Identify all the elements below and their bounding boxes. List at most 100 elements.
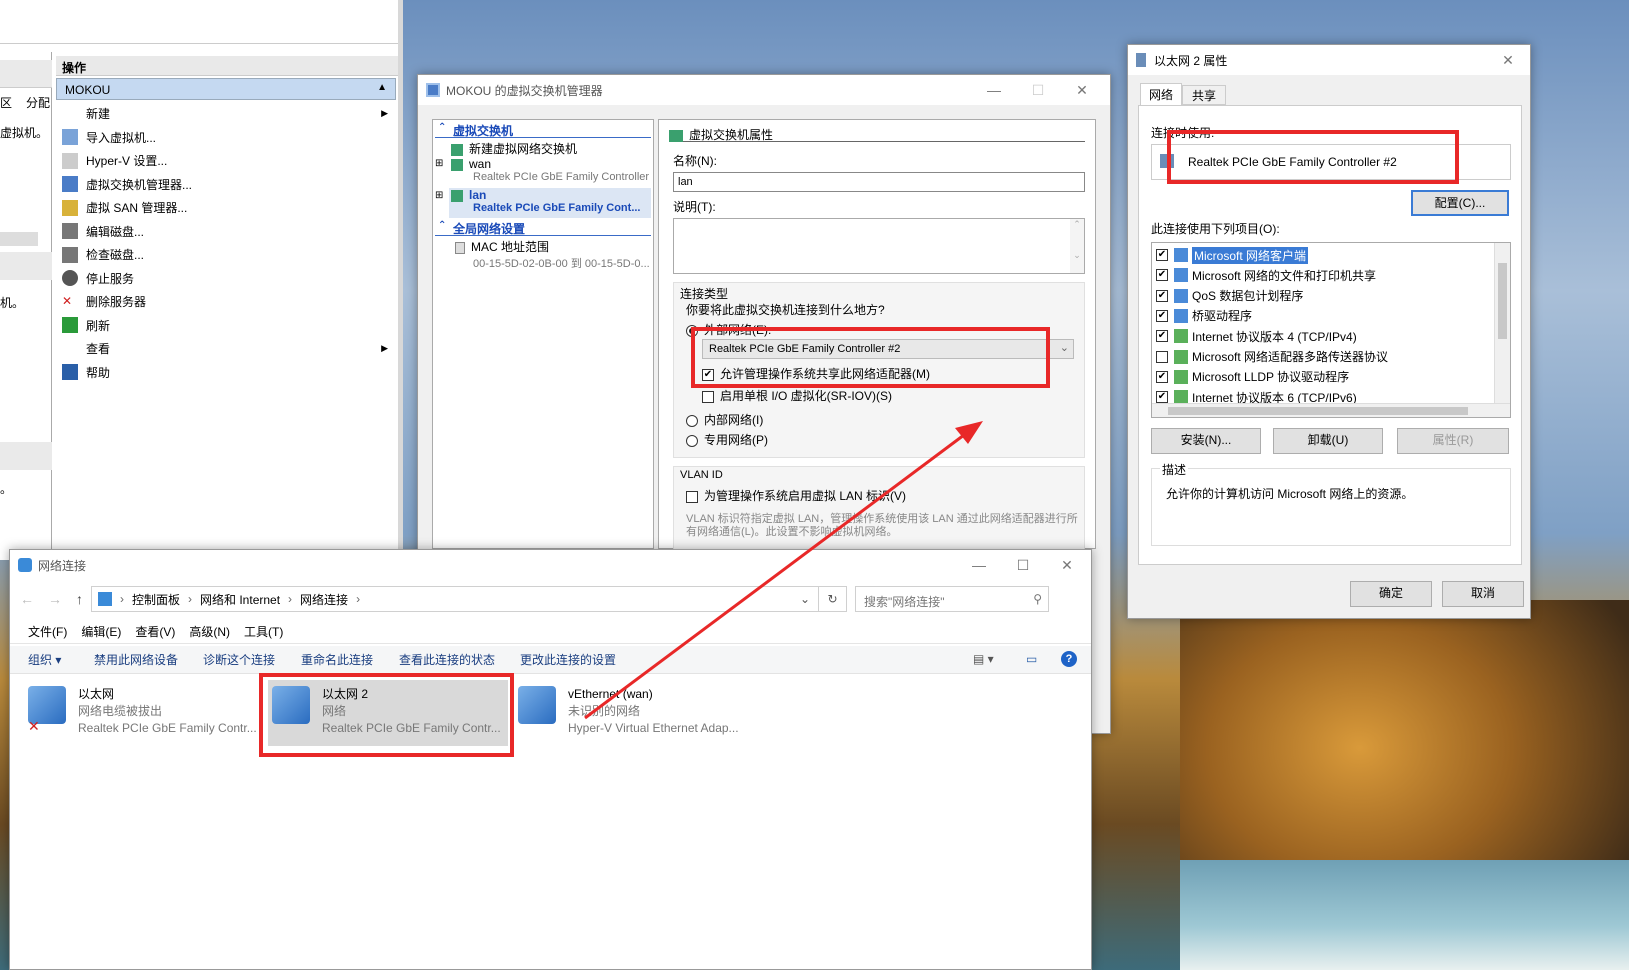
internal-radio[interactable]: 内部网络(I) [686, 411, 763, 428]
back-arrow-icon[interactable]: ← [20, 591, 34, 607]
component-checkbox-icon[interactable]: ✔ [1156, 330, 1168, 343]
chevron-up-icon[interactable]: ⌃ [438, 220, 446, 231]
chevron-up-icon[interactable]: ⌃ [438, 122, 446, 133]
up-arrow-icon[interactable]: ↑ [76, 591, 83, 607]
tree-section-global[interactable]: ⌃ 全局网络设置 [435, 220, 651, 236]
command-button[interactable]: 诊断这个连接 [203, 646, 275, 674]
component-checkbox-icon[interactable]: ✔ [1156, 370, 1168, 383]
radio-external-icon[interactable] [686, 324, 698, 337]
collapse-icon[interactable]: ▲ [377, 82, 387, 93]
configure-button[interactable]: 配置(C)... [1411, 190, 1509, 216]
component-item[interactable]: ✔ 桥驱动程序 [1156, 306, 1252, 326]
view-options-icon[interactable]: ▤ ▾ [973, 652, 994, 666]
address-bar[interactable]: › 控制面板 › 网络和 Internet › 网络连接 › ⌄ [91, 586, 819, 612]
chevron-down-icon[interactable]: ⌄ [1060, 341, 1069, 354]
install-button[interactable]: 安装(N)... [1151, 428, 1261, 454]
action-item[interactable]: 停止服务 [56, 267, 396, 290]
component-item[interactable]: ✔ Microsoft 网络客户端 [1156, 245, 1309, 265]
menu-item[interactable]: 编辑(E) [81, 623, 121, 640]
search-input[interactable]: 搜索"网络连接" ⚲ [855, 586, 1049, 612]
properties-button[interactable]: 属性(R) [1397, 428, 1509, 454]
component-item[interactable]: ✔ Internet 协议版本 4 (TCP/IPv4) [1156, 326, 1357, 346]
component-item[interactable]: ✔ QoS 数据包计划程序 [1156, 286, 1303, 306]
help-icon[interactable]: ? [1061, 651, 1077, 667]
horizontal-scrollbar[interactable] [1152, 403, 1510, 417]
description-textarea[interactable]: ⌃ ⌄ [673, 218, 1085, 274]
tree-section-switches[interactable]: ⌃ 虚拟交换机 [435, 122, 651, 138]
vlan-enable-checkbox[interactable]: 为管理操作系统启用虚拟 LAN 标识(V) [686, 487, 906, 504]
adapter-item[interactable]: 以太网 2 网络 Realtek PCIe GbE Family Contr... [268, 680, 508, 746]
refresh-icon[interactable]: ↻ [819, 586, 847, 612]
menu-item[interactable]: 工具(T) [244, 623, 283, 640]
uninstall-button[interactable]: 卸载(U) [1273, 428, 1383, 454]
description-scrollbar[interactable]: ⌃ ⌄ [1070, 219, 1084, 273]
checkbox-checked-icon[interactable]: ✔ [702, 368, 714, 381]
private-radio[interactable]: 专用网络(P) [686, 431, 768, 448]
name-input[interactable] [673, 172, 1085, 192]
component-item[interactable]: Microsoft 网络适配器多路传送器协议 [1156, 347, 1388, 367]
sriov-checkbox[interactable]: 启用单根 I/O 虚拟化(SR-IOV)(S) [702, 387, 892, 404]
command-button[interactable]: 重命名此连接 [301, 646, 373, 674]
server-header[interactable]: MOKOU ▲ [56, 78, 396, 100]
adapter-select[interactable]: Realtek PCIe GbE Family Controller #2 ⌄ [702, 339, 1074, 359]
tree-mac-range[interactable]: MAC 地址范围 00-15-5D-02-0B-00 到 00-15-5D-0.… [455, 238, 650, 271]
command-button[interactable]: 更改此连接的设置 [520, 646, 616, 674]
maximize-button[interactable]: ☐ [1001, 550, 1045, 580]
action-item[interactable]: 编辑磁盘... [56, 220, 396, 243]
tab-network[interactable]: 网络 [1140, 83, 1182, 105]
breadcrumb-network-connections[interactable]: 网络连接 [300, 591, 348, 608]
tree-new-switch[interactable]: 新建虚拟网络交换机 [451, 140, 577, 157]
command-button[interactable]: 禁用此网络设备 [94, 646, 178, 674]
cancel-button[interactable]: 取消 [1442, 581, 1524, 607]
tree-lan-selected[interactable]: lan Realtek PCIe GbE Family Cont... [449, 188, 651, 218]
tab-sharing[interactable]: 共享 [1182, 85, 1226, 105]
menu-item[interactable]: 高级(N) [189, 623, 230, 640]
close-button[interactable]: ✕ [1060, 75, 1104, 105]
menu-item[interactable]: 查看(V) [135, 623, 175, 640]
checkbox-empty-icon[interactable] [702, 390, 714, 403]
minimize-button[interactable]: — [972, 75, 1016, 105]
scrollbar-thumb[interactable] [1498, 263, 1507, 339]
external-radio[interactable]: 外部网络(E): [686, 321, 771, 338]
left-scrollbar[interactable] [0, 232, 38, 246]
chevron-down-icon[interactable]: ⌄ [800, 592, 810, 606]
action-item[interactable]: 检查磁盘... [56, 243, 396, 266]
adapter-item[interactable]: vEthernet (wan) 未识别的网络 Hyper-V Virtual Eth… [514, 680, 754, 746]
radio-private-icon[interactable] [686, 434, 698, 447]
breadcrumb-network-internet[interactable]: 网络和 Internet [200, 591, 280, 608]
action-item[interactable]: 新建 ▶ [56, 102, 396, 125]
action-item[interactable]: 虚拟交换机管理器... [56, 173, 396, 196]
expand-wan-icon[interactable]: ⊞ [435, 158, 443, 169]
action-item[interactable]: 虚拟 SAN 管理器... [56, 196, 396, 219]
action-item[interactable]: ✕ 删除服务器 [56, 290, 396, 313]
component-item[interactable]: ✔ Microsoft LLDP 协议驱动程序 [1156, 367, 1349, 387]
forward-arrow-icon[interactable]: → [48, 591, 62, 607]
command-button[interactable]: 组织 ▾ [28, 646, 61, 674]
expand-lan-icon[interactable]: ⊞ [435, 190, 443, 201]
minimize-button[interactable]: — [957, 550, 1001, 580]
component-checkbox-icon[interactable]: ✔ [1156, 269, 1168, 282]
action-item[interactable]: 刷新 [56, 314, 396, 337]
action-item[interactable]: 导入虚拟机... [56, 126, 396, 149]
breadcrumb-control-panel[interactable]: 控制面板 [132, 591, 180, 608]
maximize-button[interactable]: ☐ [1016, 75, 1060, 105]
action-item[interactable]: Hyper-V 设置... [56, 149, 396, 172]
preview-pane-icon[interactable]: ▭ [1026, 652, 1037, 666]
component-checkbox-icon[interactable]: ✔ [1156, 249, 1168, 261]
tree-wan[interactable]: wan Realtek PCIe GbE Family Controller [451, 157, 649, 183]
adapter-item[interactable]: ✕ 以太网 网络电缆被拔出 Realtek PCIe GbE Family Contr… [24, 680, 264, 746]
component-checkbox-icon[interactable]: ✔ [1156, 289, 1168, 302]
menu-item[interactable]: 文件(F) [28, 623, 67, 640]
action-item[interactable]: 查看 ▶ [56, 337, 396, 360]
close-button[interactable]: ✕ [1045, 550, 1089, 580]
action-item[interactable]: 帮助 [56, 361, 396, 384]
ok-button[interactable]: 确定 [1350, 581, 1432, 607]
component-item[interactable]: ✔ Microsoft 网络的文件和打印机共享 [1156, 265, 1376, 285]
radio-internal-icon[interactable] [686, 414, 698, 427]
component-checkbox-icon[interactable]: ✔ [1156, 309, 1168, 322]
component-checkbox-icon[interactable] [1156, 350, 1168, 363]
checkbox-empty-icon[interactable] [686, 490, 698, 503]
scrollbar-thumb[interactable] [1168, 407, 1468, 415]
component-checkbox-icon[interactable]: ✔ [1156, 391, 1168, 404]
allow-share-checkbox[interactable]: ✔ 允许管理操作系统共享此网络适配器(M) [702, 365, 930, 382]
